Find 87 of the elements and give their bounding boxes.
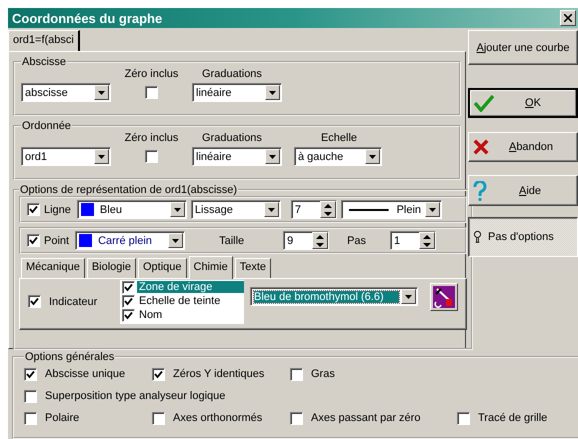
line-label: Ligne — [44, 204, 71, 216]
cross-icon — [473, 139, 489, 155]
checkmark-icon — [474, 94, 494, 112]
option-label: Polaire — [45, 412, 80, 424]
lightbulb-icon — [473, 230, 482, 244]
checkbox[interactable] — [152, 368, 165, 380]
help-button[interactable]: Aide — [468, 175, 578, 206]
checkbox[interactable] — [152, 412, 165, 424]
close-icon[interactable] — [560, 10, 576, 26]
caret-icon — [98, 154, 105, 158]
checkbox[interactable] — [122, 280, 135, 294]
dropdown-field[interactable]: ord1 — [21, 147, 111, 166]
spinner-field[interactable]: 1 — [390, 231, 436, 250]
tab[interactable]: Chimie — [188, 256, 233, 279]
size-label: Taille — [219, 234, 246, 246]
scale-label: Echelle — [320, 132, 358, 144]
graduations-label: Graduations — [201, 68, 263, 80]
group-title: Options de représentation de ord1(abscisse) — [19, 184, 238, 196]
checkbox[interactable] — [28, 295, 41, 308]
tab[interactable]: Biologie — [86, 258, 136, 278]
caret-icon — [174, 208, 181, 212]
checkbox[interactable] — [24, 390, 37, 402]
up-down-arrows-icon — [419, 232, 436, 249]
option-label: Axes orthonormés — [173, 412, 262, 424]
list-item[interactable]: Zone de virage — [137, 281, 244, 293]
checkbox[interactable] — [27, 203, 40, 216]
spinner-field[interactable]: 7 — [290, 200, 337, 219]
add-button[interactable]: Ajouter une courbe — [468, 30, 578, 65]
list-item[interactable]: Nom — [137, 309, 164, 321]
group-title: Ordonnée — [21, 120, 72, 132]
option-label: Tracé de grille — [478, 412, 548, 424]
caret-icon — [269, 90, 276, 94]
caret-icon — [98, 90, 105, 94]
group-title: Options générales — [24, 351, 116, 363]
checkbox[interactable] — [145, 86, 158, 99]
option-label: Superposition type analyseur logique — [45, 390, 226, 402]
group-title: Abscisse — [21, 56, 68, 68]
tab[interactable]: Optique — [138, 258, 186, 278]
caret-icon — [405, 294, 412, 298]
caret-icon — [172, 238, 180, 242]
tool-button[interactable] — [430, 283, 458, 311]
option-label: Abscisse unique — [45, 368, 126, 380]
caret-icon — [369, 154, 376, 158]
dropdown-field[interactable]: Carré plein — [75, 231, 186, 250]
cancel-button[interactable]: Abandon — [468, 132, 578, 162]
tools-icon — [433, 286, 455, 308]
list-item[interactable]: Echelle de teinte — [137, 295, 222, 307]
option-label: Gras — [311, 368, 335, 380]
checkbox[interactable] — [290, 368, 303, 380]
dropdown-field[interactable]: linéaire — [192, 147, 282, 166]
up-down-arrows-icon — [312, 232, 328, 249]
checkbox[interactable] — [122, 294, 135, 308]
tab[interactable]: Texte — [234, 258, 272, 278]
tab[interactable]: Mécanique — [21, 258, 85, 278]
checkbox[interactable] — [24, 368, 37, 380]
checkbox[interactable] — [145, 150, 158, 163]
window-title: Coordonnées du graphe — [12, 10, 162, 26]
dropdown-field[interactable]: Bleu — [76, 200, 187, 219]
dropdown-field[interactable]: linéaire — [192, 83, 282, 102]
curve-tab[interactable]: ord1=f(absci — [8, 30, 80, 51]
options-button[interactable]: Pas d'options — [468, 217, 578, 257]
zero-label: Zéro inclus — [124, 132, 180, 144]
point-label: Point — [44, 234, 70, 246]
question-mark-icon — [473, 180, 487, 200]
up-down-arrows-icon — [320, 201, 336, 218]
checkbox[interactable] — [27, 234, 40, 247]
zero-label: Zéro inclus — [124, 68, 180, 80]
option-label: Axes passant par zéro — [311, 412, 420, 424]
caret-icon — [428, 208, 436, 212]
checkbox[interactable] — [457, 412, 470, 424]
option-label: Zéros Y identiques — [173, 368, 264, 380]
checkbox[interactable] — [24, 412, 37, 424]
step-label: Pas — [347, 234, 366, 246]
spinner-field[interactable]: 9 — [283, 231, 330, 250]
indicator-label: Indicateur — [49, 296, 98, 308]
dropdown-field[interactable]: Bleu de bromothymol (6.6) — [250, 287, 418, 306]
dropdown-field[interactable]: abscisse — [21, 83, 111, 102]
caret-icon — [268, 208, 275, 212]
dropdown-field[interactable]: Lissage — [190, 200, 281, 219]
dropdown-field[interactable]: à gauche — [294, 147, 382, 166]
caret-icon — [269, 154, 276, 158]
ok-button[interactable]: OK — [468, 88, 578, 118]
line-sample-icon — [348, 208, 389, 210]
graduations-label: Graduations — [201, 132, 263, 144]
checkbox[interactable] — [122, 308, 135, 322]
checkbox[interactable] — [290, 412, 303, 424]
dropdown-field[interactable]: Plein — [340, 200, 442, 219]
